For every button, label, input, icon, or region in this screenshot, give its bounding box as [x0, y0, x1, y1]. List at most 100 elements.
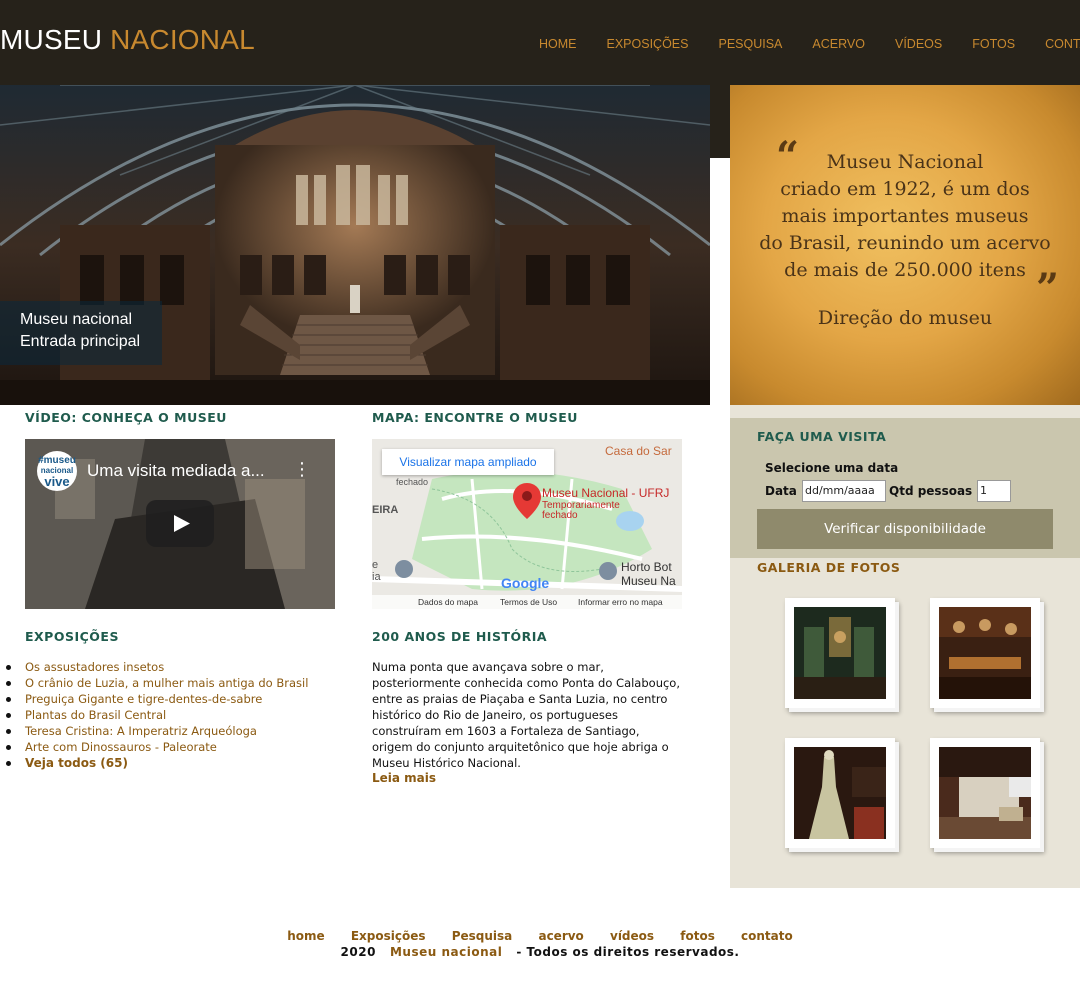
read-more-link[interactable]: Leia mais: [372, 771, 436, 785]
quote-line-5: de mais de 250.000 itens: [784, 259, 1026, 281]
gallery-photo-2[interactable]: [930, 598, 1044, 712]
hero-image: Museu nacional Entrada principal: [0, 85, 710, 405]
quote-line-2: criado em 1922, é um dos: [780, 178, 1030, 200]
footer-copyright: 2020 Museu nacional - Todos os direitos …: [0, 945, 1080, 959]
list-item[interactable]: Plantas do Brasil Central: [5, 707, 308, 723]
sidebar: FAÇA UMA VISITA Selecione uma data Data …: [730, 405, 1080, 888]
footer-brand-link[interactable]: Museu nacional: [390, 945, 502, 959]
photo-image: [794, 607, 886, 699]
footer-link-fotos[interactable]: fotos: [680, 929, 715, 943]
gallery-title: GALERIA DE FOTOS: [757, 560, 901, 575]
map-place-name[interactable]: Museu Nacional - UFRJ: [542, 486, 669, 500]
play-button[interactable]: [146, 500, 214, 547]
google-logo: Google: [501, 575, 550, 591]
list-item[interactable]: Os assustadores insetos: [5, 659, 308, 675]
quote-line-4: do Brasil, reunindo um acervo: [759, 232, 1051, 254]
footer-link-exposicoes[interactable]: Exposições: [351, 929, 426, 943]
footer-link-acervo[interactable]: acervo: [538, 929, 583, 943]
map-embed[interactable]: Visualizar mapa ampliado Casa do Sar fec…: [372, 439, 682, 609]
photo-art: [939, 607, 1031, 699]
qty-input[interactable]: 1: [977, 480, 1011, 502]
map-label-casa: Casa do Sar: [605, 444, 672, 458]
historia-line-3: entre as praias de Piaçaba e Santa Luzia…: [372, 692, 668, 706]
map-label-eira: EIRA: [372, 504, 399, 516]
nav-acervo[interactable]: ACERVO: [812, 37, 865, 51]
quote-line-3: mais importantes museus: [781, 205, 1029, 227]
see-all-exhibitions-link[interactable]: Veja todos (65): [5, 755, 308, 771]
date-label: Data: [765, 484, 797, 498]
nav-exposicoes[interactable]: EXPOSIÇÕES: [607, 37, 689, 51]
logo-word-museu: MUSEU: [0, 24, 103, 55]
map-label-ia: ia: [372, 571, 381, 583]
hero-caption: Museu nacional Entrada principal: [0, 301, 162, 365]
footer-link-videos[interactable]: vídeos: [610, 929, 654, 943]
map-label-horto-1: Horto Bot: [621, 560, 672, 574]
historia-line-6: origem do conjunto arquitetônico que hoj…: [372, 740, 669, 754]
photo-art: [794, 607, 886, 699]
list-item[interactable]: O crânio de Luzia, a mulher mais antiga …: [5, 675, 308, 691]
nav-fotos[interactable]: FOTOS: [972, 37, 1015, 51]
list-item[interactable]: Arte com Dinossauros - Paleorate: [5, 739, 308, 755]
nav-videos[interactable]: VÍDEOS: [895, 37, 942, 51]
video-player[interactable]: #museu nacional vive Uma visita mediada …: [25, 439, 335, 609]
footer-nav: home Exposições Pesquisa acervo vídeos f…: [0, 929, 1080, 943]
visit-title: FAÇA UMA VISITA: [757, 429, 887, 444]
footer-year: 2020: [340, 945, 376, 959]
photo-art: [939, 747, 1031, 839]
site-logo[interactable]: MUSEU NACIONAL: [0, 24, 255, 56]
quote-signature: Direção do museu: [817, 307, 993, 329]
list-item[interactable]: Preguiça Gigante e tigre-dentes-de-sabre: [5, 691, 308, 707]
map-report-link[interactable]: Informar erro no mapa: [578, 597, 663, 607]
gallery-photo-1[interactable]: [785, 598, 899, 712]
enlarge-map-button[interactable]: Visualizar mapa ampliado: [382, 449, 554, 475]
historia-line-1: Numa ponta que avançava sobre o mar,: [372, 660, 604, 674]
check-availability-button[interactable]: Verificar disponibilidade: [757, 509, 1053, 549]
logo-word-nacional: NACIONAL: [110, 24, 255, 55]
list-item[interactable]: Teresa Cristina: A Imperatriz Arqueóloga: [5, 723, 308, 739]
nav-pesquisa[interactable]: PESQUISA: [718, 37, 782, 51]
more-options-icon[interactable]: ⋮: [293, 459, 311, 480]
map-label-horto-2: Museu Na: [621, 574, 676, 588]
gallery-photo-4[interactable]: [930, 738, 1044, 852]
map-label-fechado: fechado: [396, 477, 429, 487]
select-date-label: Selecione uma data: [765, 461, 899, 475]
map-terms-link[interactable]: Termos de Uso: [500, 597, 557, 607]
date-input[interactable]: dd/mm/aaaa: [802, 480, 886, 502]
hero-caption-line2: Entrada principal: [20, 333, 141, 350]
historia-text: Numa ponta que avançava sobre o mar, pos…: [372, 659, 692, 771]
channel-logo-line1: #museu: [38, 455, 76, 466]
exposicoes-list: Os assustadores insetos O crânio de Luzi…: [5, 659, 308, 771]
footer-rights: - Todos os direitos reservados.: [516, 945, 740, 959]
map-footer: Dados do mapa Termos de Uso Informar err…: [372, 595, 682, 609]
play-icon: [174, 515, 190, 532]
gallery-photo-3[interactable]: [785, 738, 899, 852]
historia-line-2: posteriormente conhecida como Ponta do C…: [372, 676, 680, 690]
video-title[interactable]: Uma visita mediada a...: [87, 461, 265, 481]
photo-image: [939, 747, 1031, 839]
map-data-link[interactable]: Dados do mapa: [418, 597, 478, 607]
qty-label: Qtd pessoas: [889, 484, 973, 498]
channel-logo-line3: vive: [44, 474, 70, 489]
video-section-title: VÍDEO: CONHEÇA O MUSEU: [25, 410, 227, 425]
hero-caption-line1: Museu nacional: [20, 311, 133, 328]
quote-line-1: Museu Nacional: [826, 151, 984, 173]
photo-art: [794, 747, 886, 839]
nav-contato[interactable]: CONTATO: [1045, 37, 1080, 51]
quote-card: “ Museu Nacional criado em 1922, é um do…: [730, 85, 1080, 405]
close-quote-icon: ”: [1036, 265, 1060, 312]
channel-logo[interactable]: #museu nacional vive: [37, 451, 77, 491]
nav-home[interactable]: HOME: [539, 37, 577, 51]
historia-line-4: histórico do Rio de Janeiro, os portugue…: [372, 708, 618, 722]
visit-form: FAÇA UMA VISITA Selecione uma data Data …: [730, 418, 1080, 558]
footer-link-pesquisa[interactable]: Pesquisa: [452, 929, 513, 943]
map-place-status-2: fechado: [542, 510, 578, 521]
historia-line-5: construíram em 1603 a Fortaleza de Santi…: [372, 724, 640, 738]
footer-link-contato[interactable]: contato: [741, 929, 793, 943]
map-pin-icon[interactable]: [513, 483, 541, 519]
map-label-e: e: [372, 559, 379, 571]
map-section-title: MAPA: ENCONTRE O MUSEU: [372, 410, 578, 425]
photo-image: [939, 607, 1031, 699]
footer-link-home[interactable]: home: [287, 929, 324, 943]
exposicoes-title: EXPOSIÇÕES: [25, 629, 119, 644]
site-header: MUSEU NACIONAL HOME EXPOSIÇÕES PESQUISA …: [0, 0, 1080, 85]
